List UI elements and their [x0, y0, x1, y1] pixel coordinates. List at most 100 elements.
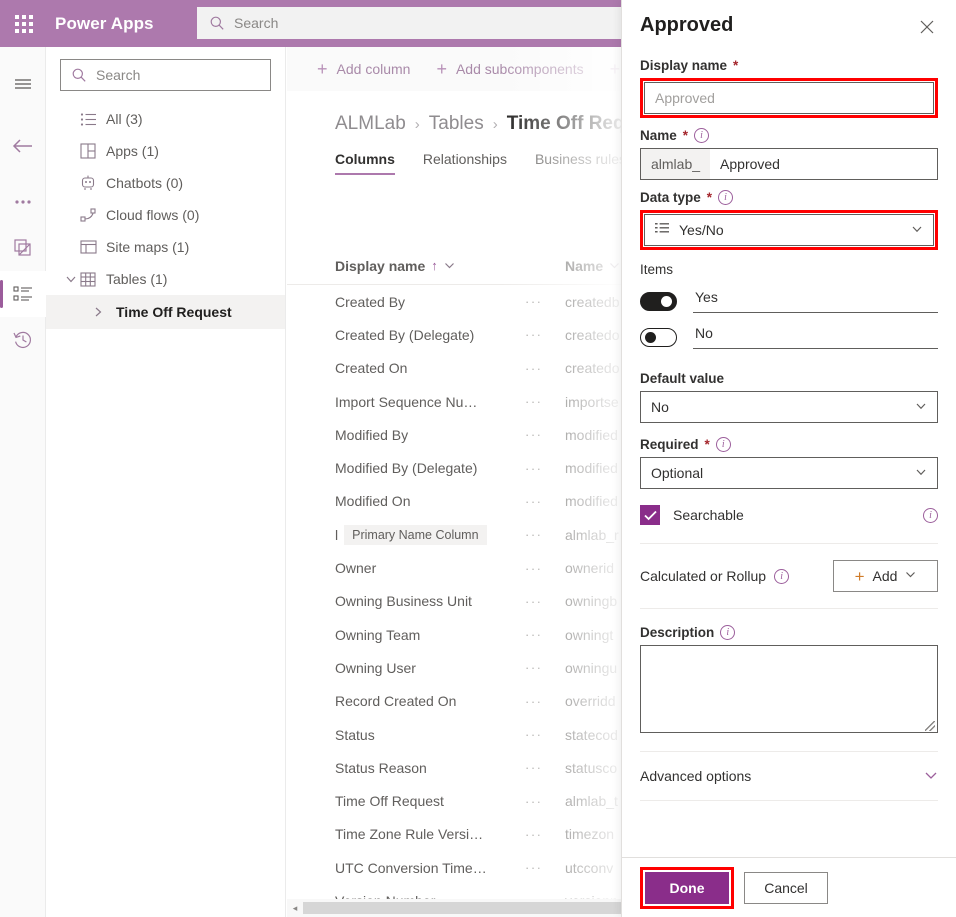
tab-columns[interactable]: Columns [335, 151, 395, 175]
sidebar-item-apps[interactable]: Apps (1) [46, 135, 285, 167]
add-more-button[interactable]: + [610, 60, 621, 78]
done-button[interactable]: Done [645, 872, 729, 904]
cell-display-name: Time Off Request [335, 793, 525, 809]
info-icon[interactable]: i [774, 569, 789, 584]
cloud-flow-icon [80, 208, 106, 223]
cell-display-name: lPrimary Name Column [335, 525, 525, 545]
history-clock-icon [12, 329, 34, 351]
add-column-button[interactable]: + Add column [317, 60, 410, 78]
more-actions-icon[interactable]: ··· [525, 827, 565, 842]
tab-relationships[interactable]: Relationships [423, 151, 507, 175]
info-icon[interactable]: i [720, 625, 735, 640]
solutions-button[interactable] [0, 225, 46, 271]
close-button[interactable] [914, 14, 940, 40]
info-icon[interactable]: i [694, 128, 709, 143]
app-launcher-button[interactable] [0, 0, 47, 47]
column-header-name-label: Name [565, 258, 603, 274]
breadcrumb-separator: › [493, 116, 498, 133]
cell-display-name-text: Time Zone Rule Versi… [335, 826, 483, 842]
more-actions-icon[interactable]: ··· [525, 794, 565, 809]
advanced-options-toggle[interactable]: Advanced options [640, 752, 938, 800]
left-nav-panel: Search All (3) [46, 47, 286, 917]
more-actions-icon[interactable]: ··· [525, 494, 565, 509]
more-actions-icon[interactable]: ··· [525, 627, 565, 642]
add-calculated-rollup-button[interactable]: + Add [833, 560, 938, 592]
searchable-checkbox[interactable] [640, 505, 660, 525]
info-icon[interactable]: i [718, 190, 733, 205]
sidebar-item-cloud-flows[interactable]: Cloud flows (0) [46, 199, 285, 231]
chevron-down-icon[interactable] [444, 258, 455, 274]
more-actions-icon[interactable]: ··· [525, 327, 565, 342]
required-value-text: Optional [651, 465, 703, 481]
required-dropdown[interactable]: Optional [640, 457, 938, 489]
display-name-input[interactable]: Approved [644, 82, 934, 114]
cancel-button[interactable]: Cancel [744, 872, 828, 904]
tab-business-rules[interactable]: Business rules [535, 151, 626, 175]
breadcrumb-tables[interactable]: Tables [429, 113, 484, 135]
name-input[interactable]: almlab_ Approved [640, 148, 938, 180]
scrollbar-thumb[interactable] [303, 902, 621, 914]
search-icon [71, 67, 87, 83]
more-actions-icon[interactable]: ··· [525, 427, 565, 442]
more-options-button[interactable] [0, 179, 46, 225]
more-actions-icon[interactable]: ··· [525, 527, 565, 542]
divider [640, 800, 938, 801]
default-value-dropdown[interactable]: No [640, 391, 938, 423]
cell-name: owningt [565, 627, 613, 643]
cell-display-name: UTC Conversion Time… [335, 860, 525, 876]
nav-search-input[interactable]: Search [60, 59, 271, 91]
more-actions-icon[interactable]: ··· [525, 361, 565, 376]
nav-tree: All (3) Apps (1) [46, 103, 285, 329]
scroll-left-arrow-icon[interactable]: ◂ [287, 903, 303, 914]
sidebar-item-time-off-request[interactable]: Time Off Request [46, 295, 285, 329]
item-row-yes: Yes [640, 283, 938, 319]
name-label-row: Name * i [640, 128, 938, 143]
chevron-down-icon[interactable] [609, 258, 620, 274]
more-actions-icon[interactable]: ··· [525, 594, 565, 609]
more-actions-icon[interactable]: ··· [525, 394, 565, 409]
chevron-down-icon[interactable] [62, 273, 80, 285]
name-value[interactable]: Approved [710, 149, 937, 179]
no-label-input[interactable]: No [693, 325, 938, 349]
cell-display-name-text: Modified By [335, 427, 408, 443]
searchable-row: Searchable i [640, 505, 938, 525]
more-actions-icon[interactable]: ··· [525, 727, 565, 742]
column-header-display-name[interactable]: Display name ↑ [335, 258, 565, 274]
back-button[interactable] [0, 123, 46, 169]
cell-display-name-text: Modified On [335, 493, 410, 509]
yes-toggle[interactable] [640, 292, 677, 311]
done-button-highlight: Done [640, 867, 734, 909]
objects-button[interactable] [0, 271, 46, 317]
more-actions-icon[interactable]: ··· [525, 294, 565, 309]
data-type-highlight: Yes/No [640, 210, 938, 250]
sidebar-item-site-maps[interactable]: Site maps (1) [46, 231, 285, 263]
hamburger-menu-button[interactable] [0, 61, 46, 107]
breadcrumb-root[interactable]: ALMLab [335, 113, 406, 135]
description-textarea[interactable] [640, 645, 938, 733]
info-icon[interactable]: i [923, 508, 938, 523]
info-icon[interactable]: i [716, 437, 731, 452]
history-button[interactable] [0, 317, 46, 363]
more-actions-icon[interactable]: ··· [525, 860, 565, 875]
sidebar-item-all[interactable]: All (3) [46, 103, 285, 135]
horizontal-scrollbar[interactable]: ◂ [287, 899, 621, 917]
column-header-name[interactable]: Name [565, 258, 620, 274]
add-subcomponents-button[interactable]: + Add subcomponents [436, 60, 583, 78]
more-actions-icon[interactable]: ··· [525, 561, 565, 576]
resize-grip-icon[interactable] [925, 721, 935, 731]
list-icon [80, 112, 106, 127]
yes-label-input[interactable]: Yes [693, 289, 938, 313]
display-name-label-row: Display name * [640, 58, 938, 73]
cell-display-name: Status Reason [335, 760, 525, 776]
more-actions-icon[interactable]: ··· [525, 760, 565, 775]
sidebar-item-chatbots[interactable]: Chatbots (0) [46, 167, 285, 199]
chevron-right-icon[interactable] [92, 306, 116, 318]
data-type-dropdown[interactable]: Yes/No [644, 214, 934, 246]
brand-title: Power Apps [55, 14, 154, 34]
cell-name: ownerid [565, 560, 614, 576]
more-actions-icon[interactable]: ··· [525, 660, 565, 675]
more-actions-icon[interactable]: ··· [525, 461, 565, 476]
no-toggle[interactable] [640, 328, 677, 347]
more-actions-icon[interactable]: ··· [525, 694, 565, 709]
sidebar-item-tables[interactable]: Tables (1) [46, 263, 285, 295]
